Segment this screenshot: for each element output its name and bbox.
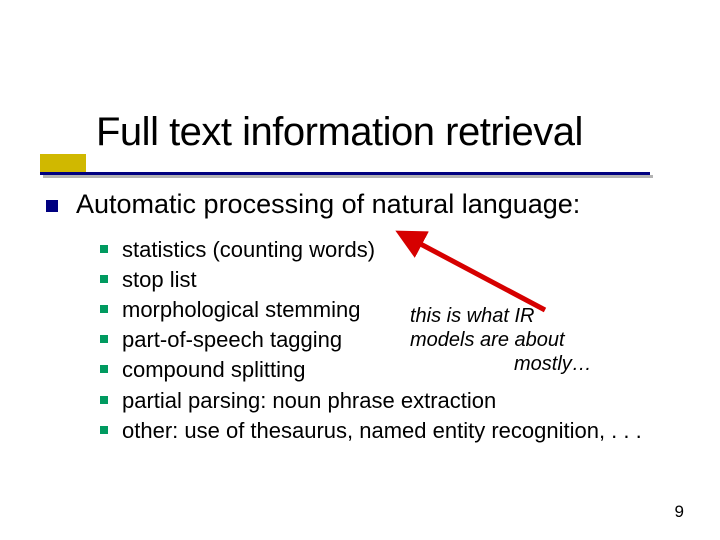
square-bullet-icon bbox=[100, 396, 108, 404]
list-item-text: partial parsing: noun phrase extraction bbox=[122, 387, 496, 415]
title-accent-bar bbox=[40, 154, 86, 172]
annotation-callout: this is what IR models are about mostly… bbox=[410, 304, 660, 376]
annotation-line: this is what IR bbox=[410, 304, 660, 328]
slide: Full text information retrieval Automati… bbox=[0, 0, 720, 540]
square-bullet-icon bbox=[100, 335, 108, 343]
page-number: 9 bbox=[675, 502, 684, 522]
square-bullet-icon bbox=[46, 200, 58, 212]
list-item-text: statistics (counting words) bbox=[122, 236, 375, 264]
list-item: other: use of thesaurus, named entity re… bbox=[100, 417, 686, 445]
list-item: stop list bbox=[100, 266, 686, 294]
annotation-line: mostly… bbox=[514, 352, 660, 376]
level1-text: Automatic processing of natural language… bbox=[76, 188, 580, 222]
square-bullet-icon bbox=[100, 426, 108, 434]
square-bullet-icon bbox=[100, 305, 108, 313]
list-item: statistics (counting words) bbox=[100, 236, 686, 264]
square-bullet-icon bbox=[100, 245, 108, 253]
bullet-level1: Automatic processing of natural language… bbox=[46, 188, 686, 222]
slide-title: Full text information retrieval bbox=[96, 110, 583, 155]
square-bullet-icon bbox=[100, 365, 108, 373]
list-item-text: morphological stemming bbox=[122, 296, 360, 324]
list-item-text: compound splitting bbox=[122, 356, 305, 384]
square-bullet-icon bbox=[100, 275, 108, 283]
title-underline-shadow bbox=[43, 175, 653, 178]
title-underline bbox=[40, 172, 650, 175]
list-item-text: other: use of thesaurus, named entity re… bbox=[122, 417, 642, 445]
list-item: partial parsing: noun phrase extraction bbox=[100, 387, 686, 415]
list-item-text: stop list bbox=[122, 266, 197, 294]
list-item-text: part-of-speech tagging bbox=[122, 326, 342, 354]
annotation-line: models are about bbox=[410, 328, 660, 352]
